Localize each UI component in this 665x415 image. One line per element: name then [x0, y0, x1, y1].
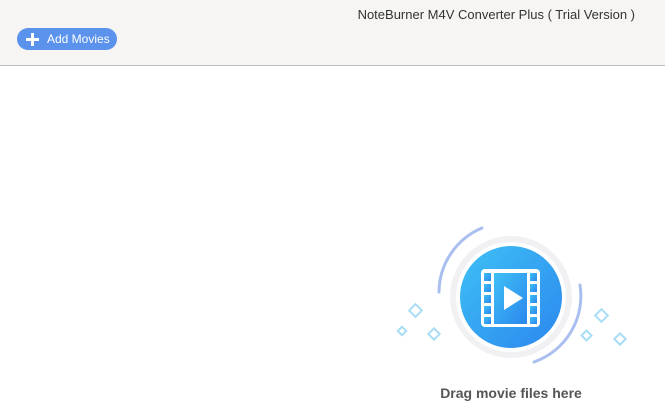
- drop-zone[interactable]: Drag movie files here: [0, 66, 665, 415]
- drop-illustration: [396, 226, 628, 364]
- drop-hint: Drag movie files here: [440, 385, 582, 401]
- sparkle-icon: [612, 331, 628, 347]
- toolbar: NoteBurner M4V Converter Plus ( Trial Ve…: [0, 0, 665, 66]
- add-movies-button[interactable]: Add Movies: [17, 28, 117, 50]
- plus-icon: [26, 32, 39, 46]
- add-movies-label: Add Movies: [47, 32, 110, 46]
- sparkle-icon: [396, 325, 408, 337]
- sparkle-icon: [580, 329, 593, 342]
- app-window: NoteBurner M4V Converter Plus ( Trial Ve…: [0, 0, 665, 415]
- sparkle-icon: [407, 302, 424, 319]
- window-title: NoteBurner M4V Converter Plus ( Trial Ve…: [357, 7, 635, 22]
- sparkle-icon: [593, 307, 610, 324]
- sparkle-icon: [426, 326, 442, 342]
